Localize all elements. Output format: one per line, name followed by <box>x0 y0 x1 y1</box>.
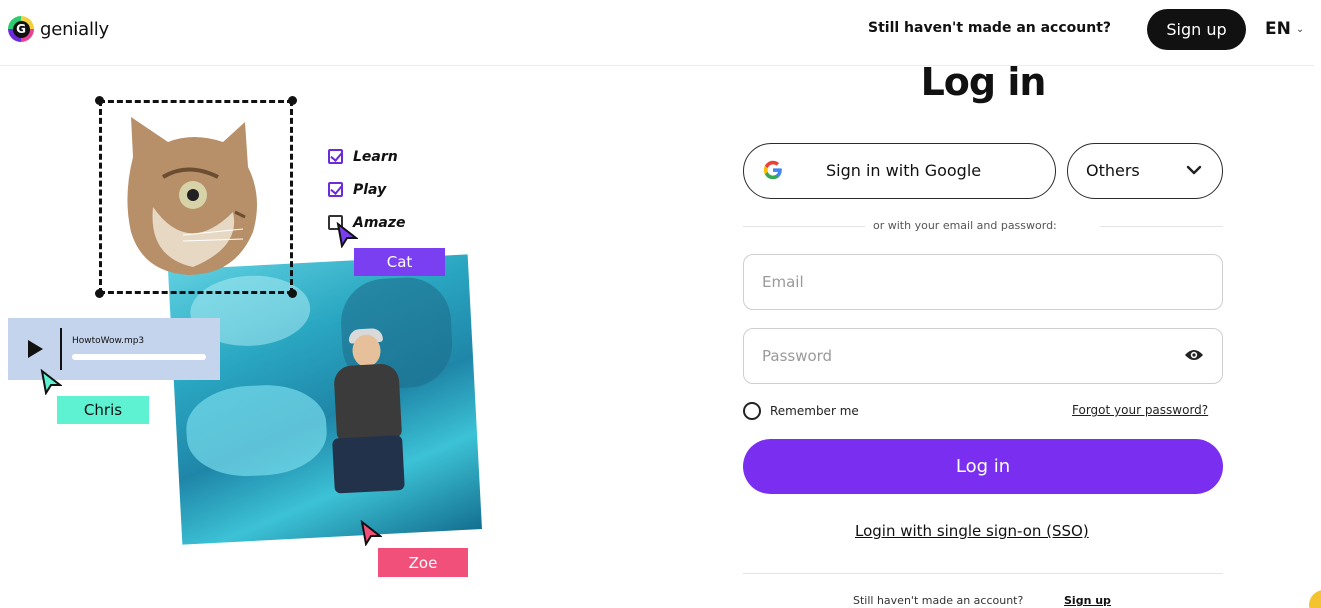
login-button[interactable]: Log in <box>743 439 1223 494</box>
header-signup-button[interactable]: Sign up <box>1147 9 1246 50</box>
language-label: EN <box>1265 19 1291 39</box>
google-signin-button[interactable]: Sign in with Google <box>743 143 1056 199</box>
hero-illustration: Learn Play Amaze Cat HowtoWow.mp3 Chris … <box>0 67 520 608</box>
bottom-account-question: Still haven't made an account? <box>853 594 1024 607</box>
forgot-password-link[interactable]: Forgot your password? <box>1072 403 1208 417</box>
checklist-item: Play <box>328 173 406 206</box>
email-field[interactable] <box>743 254 1223 310</box>
cat-image <box>127 117 257 275</box>
cursor-icon <box>336 222 358 248</box>
sso-login-link[interactable]: Login with single sign-on (SSO) <box>855 522 1089 540</box>
cursor-icon <box>360 520 382 546</box>
checkbox-checked-icon <box>328 149 343 164</box>
audio-progress-bar <box>72 354 206 360</box>
divider-text: or with your email and password: <box>873 219 1057 232</box>
checklist-item: Learn <box>328 140 406 173</box>
separator <box>743 573 1223 574</box>
remember-me-radio[interactable] <box>743 402 761 420</box>
frame-handle <box>288 289 297 298</box>
remember-me[interactable]: Remember me <box>743 402 859 420</box>
logo-text: genially <box>40 18 109 40</box>
frame-handle <box>95 96 104 105</box>
language-selector[interactable]: EN ⌄ <box>1265 19 1304 39</box>
help-widget[interactable] <box>1309 590 1321 608</box>
checklist-label: Play <box>353 181 387 198</box>
remember-me-label: Remember me <box>770 404 859 418</box>
person-figure <box>306 322 425 508</box>
play-icon <box>28 340 43 358</box>
others-label: Others <box>1086 161 1140 180</box>
google-signin-label: Sign in with Google <box>826 161 982 180</box>
checkbox-checked-icon <box>328 182 343 197</box>
header-account-question: Still haven't made an account? <box>868 20 1112 36</box>
google-icon <box>763 160 782 180</box>
logo-glyph: G <box>12 20 30 38</box>
page-title: Log in <box>920 60 1047 104</box>
divider-line <box>1100 226 1223 227</box>
chevron-down-icon: ⌄ <box>1295 23 1305 35</box>
eye-icon[interactable] <box>1184 347 1204 363</box>
frame-handle <box>288 96 297 105</box>
bottom-signup-link[interactable]: Sign up <box>1064 594 1111 607</box>
zoe-tag: Zoe <box>378 548 468 577</box>
password-field[interactable] <box>743 328 1223 384</box>
audio-filename: HowtoWow.mp3 <box>72 336 145 346</box>
genially-logo[interactable]: G genially <box>8 16 109 42</box>
cat-tag: Cat <box>354 248 445 276</box>
checklist-label: Amaze <box>353 214 406 231</box>
chris-tag: Chris <box>57 396 149 424</box>
checklist-label: Learn <box>353 148 398 165</box>
cursor-icon <box>40 369 62 395</box>
others-dropdown[interactable]: Others <box>1067 143 1223 199</box>
top-header: G genially Still haven't made an account… <box>0 0 1314 66</box>
frame-handle <box>95 289 104 298</box>
genially-logo-icon: G <box>8 16 34 42</box>
ice-cave-photo <box>168 254 482 545</box>
chevron-down-icon <box>1186 165 1202 175</box>
divider-line <box>743 226 865 227</box>
